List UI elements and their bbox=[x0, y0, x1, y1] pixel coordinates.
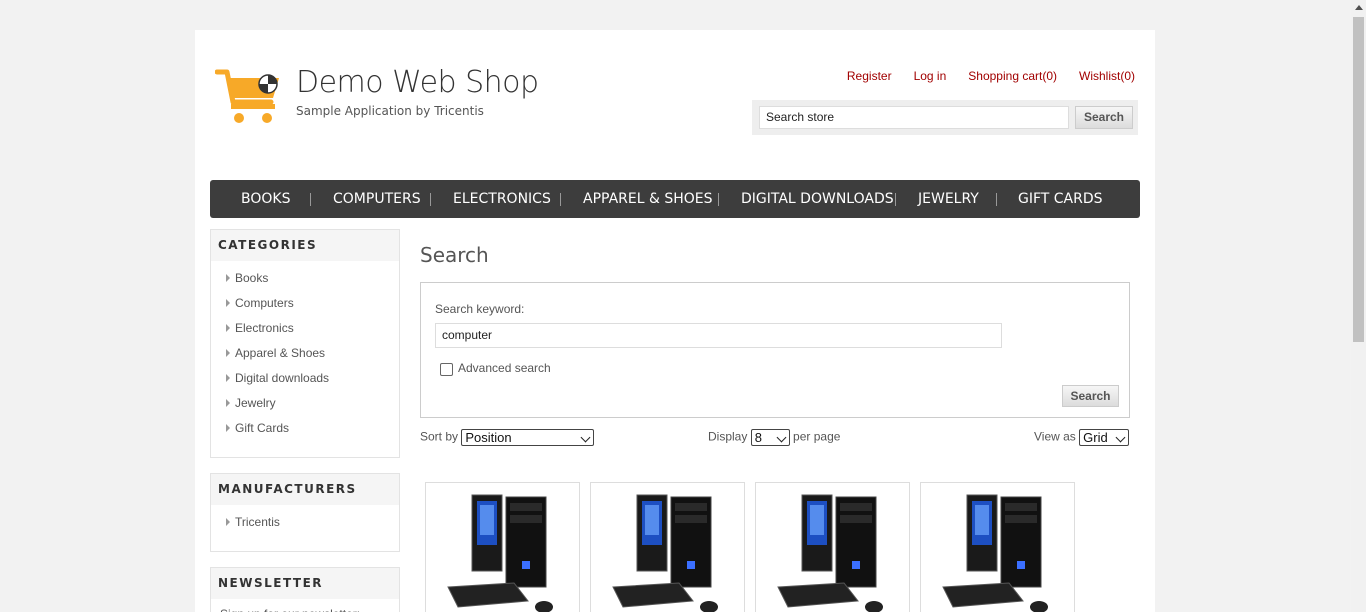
categories-title: CATEGORIES bbox=[211, 230, 399, 261]
sort-select[interactable]: Position bbox=[461, 429, 595, 446]
header-links: Register Log in Shopping cart(0) Wishlis… bbox=[847, 69, 1135, 83]
arrow-right-icon bbox=[226, 374, 230, 382]
advanced-search-label[interactable]: Advanced search bbox=[458, 361, 551, 375]
category-item-jewelry[interactable]: Jewelry bbox=[211, 395, 399, 420]
view-mode-value: Grid bbox=[1083, 430, 1108, 445]
store-search-input[interactable]: Search store bbox=[759, 106, 1069, 129]
nav-separator bbox=[895, 193, 896, 206]
category-label[interactable]: Electronics bbox=[235, 321, 294, 335]
scroll-up-arrow-icon[interactable] bbox=[1355, 5, 1363, 10]
scrollbar-thumb[interactable] bbox=[1353, 17, 1364, 342]
per-page-label: per page bbox=[793, 429, 841, 444]
nav-separator bbox=[718, 193, 719, 206]
product-item[interactable] bbox=[755, 482, 910, 612]
category-item-computers[interactable]: Computers bbox=[211, 295, 399, 320]
nav-separator bbox=[310, 193, 311, 206]
newsletter-title: NEWSLETTER bbox=[211, 568, 399, 599]
chevron-down-icon bbox=[1115, 432, 1126, 443]
product-item[interactable] bbox=[920, 482, 1075, 612]
manufacturer-label[interactable]: Tricentis bbox=[235, 515, 280, 529]
category-label[interactable]: Digital downloads bbox=[235, 371, 329, 385]
nav-item-gift-cards[interactable]: GIFT CARDS bbox=[1018, 180, 1103, 218]
arrow-right-icon bbox=[226, 324, 230, 332]
store-search-box: Search store Search bbox=[752, 100, 1138, 135]
advanced-search-checkbox[interactable] bbox=[440, 363, 453, 376]
search-panel: Search keyword: computer Advanced search… bbox=[420, 282, 1130, 418]
page-container: Demo Web Shop Sample Application by Tric… bbox=[195, 30, 1155, 612]
categories-block: CATEGORIES Books Computers Electronics A… bbox=[210, 229, 400, 458]
category-label[interactable]: Computers bbox=[235, 296, 294, 310]
nav-item-books[interactable]: BOOKS bbox=[241, 180, 290, 218]
product-item[interactable] bbox=[425, 482, 580, 612]
desktop-computer-image[interactable] bbox=[609, 491, 727, 612]
page-scrollbar[interactable] bbox=[1351, 0, 1366, 612]
search-button[interactable]: Search bbox=[1062, 385, 1119, 407]
keyword-label: Search keyword: bbox=[435, 302, 525, 316]
nav-item-apparel-shoes[interactable]: APPAREL & SHOES bbox=[583, 180, 713, 218]
category-item-books[interactable]: Books bbox=[211, 270, 399, 295]
desktop-computer-image[interactable] bbox=[939, 491, 1057, 612]
arrow-right-icon bbox=[226, 349, 230, 357]
chevron-down-icon bbox=[776, 432, 787, 443]
nav-separator bbox=[996, 193, 997, 206]
desktop-computer-image[interactable] bbox=[774, 491, 892, 612]
cart-logo-icon[interactable] bbox=[215, 66, 283, 126]
category-item-digital-downloads[interactable]: Digital downloads bbox=[211, 370, 399, 395]
category-label[interactable]: Gift Cards bbox=[235, 421, 289, 435]
manufacturers-block: MANUFACTURERS Tricentis bbox=[210, 473, 400, 552]
site-title[interactable]: Demo Web Shop bbox=[296, 65, 539, 100]
shopping-cart-link[interactable]: Shopping cart(0) bbox=[968, 69, 1057, 83]
register-link[interactable]: Register bbox=[847, 69, 892, 83]
store-search-button[interactable]: Search bbox=[1075, 106, 1133, 129]
category-item-apparel-shoes[interactable]: Apparel & Shoes bbox=[211, 345, 399, 370]
top-menu: BOOKS COMPUTERS ELECTRONICS APPAREL & SH… bbox=[210, 180, 1140, 218]
nav-item-electronics[interactable]: ELECTRONICS bbox=[453, 180, 551, 218]
nav-item-digital-downloads[interactable]: DIGITAL DOWNLOADS bbox=[741, 180, 894, 218]
arrow-right-icon bbox=[226, 399, 230, 407]
category-item-gift-cards[interactable]: Gift Cards bbox=[211, 420, 399, 445]
nav-separator bbox=[430, 193, 431, 206]
view-control: View as Grid bbox=[1034, 429, 1130, 446]
arrow-right-icon bbox=[226, 299, 230, 307]
view-mode-select[interactable]: Grid bbox=[1079, 429, 1130, 446]
arrow-right-icon bbox=[226, 518, 230, 526]
keyword-input[interactable]: computer bbox=[435, 323, 1002, 348]
nav-item-jewelry[interactable]: JEWELRY bbox=[918, 180, 979, 218]
nav-item-computers[interactable]: COMPUTERS bbox=[333, 180, 421, 218]
sort-control: Sort by Position bbox=[420, 429, 595, 446]
nav-separator bbox=[560, 193, 561, 206]
page-title: Search bbox=[420, 243, 489, 267]
display-control: Display 8 per page bbox=[708, 429, 840, 446]
arrow-right-icon bbox=[226, 274, 230, 282]
wishlist-link[interactable]: Wishlist(0) bbox=[1079, 69, 1135, 83]
page-size-select[interactable]: 8 bbox=[750, 429, 790, 446]
view-label: View as bbox=[1034, 429, 1076, 444]
category-item-electronics[interactable]: Electronics bbox=[211, 320, 399, 345]
category-label[interactable]: Jewelry bbox=[235, 396, 276, 410]
display-label: Display bbox=[708, 429, 748, 444]
category-label[interactable]: Apparel & Shoes bbox=[235, 346, 325, 360]
page-size-value: 8 bbox=[754, 430, 762, 445]
newsletter-block: NEWSLETTER Sign up for our newsletter: bbox=[210, 567, 400, 612]
product-item[interactable] bbox=[590, 482, 745, 612]
chevron-down-icon bbox=[580, 432, 591, 443]
category-label[interactable]: Books bbox=[235, 271, 268, 285]
arrow-right-icon bbox=[226, 424, 230, 432]
manufacturer-item-tricentis[interactable]: Tricentis bbox=[211, 514, 399, 539]
sort-value: Position bbox=[465, 430, 512, 445]
desktop-computer-image[interactable] bbox=[444, 491, 562, 612]
newsletter-text: Sign up for our newsletter: bbox=[211, 599, 399, 612]
sort-label: Sort by bbox=[420, 429, 459, 444]
login-link[interactable]: Log in bbox=[914, 69, 947, 83]
manufacturers-title: MANUFACTURERS bbox=[211, 474, 399, 505]
site-subtitle: Sample Application by Tricentis bbox=[296, 104, 484, 118]
